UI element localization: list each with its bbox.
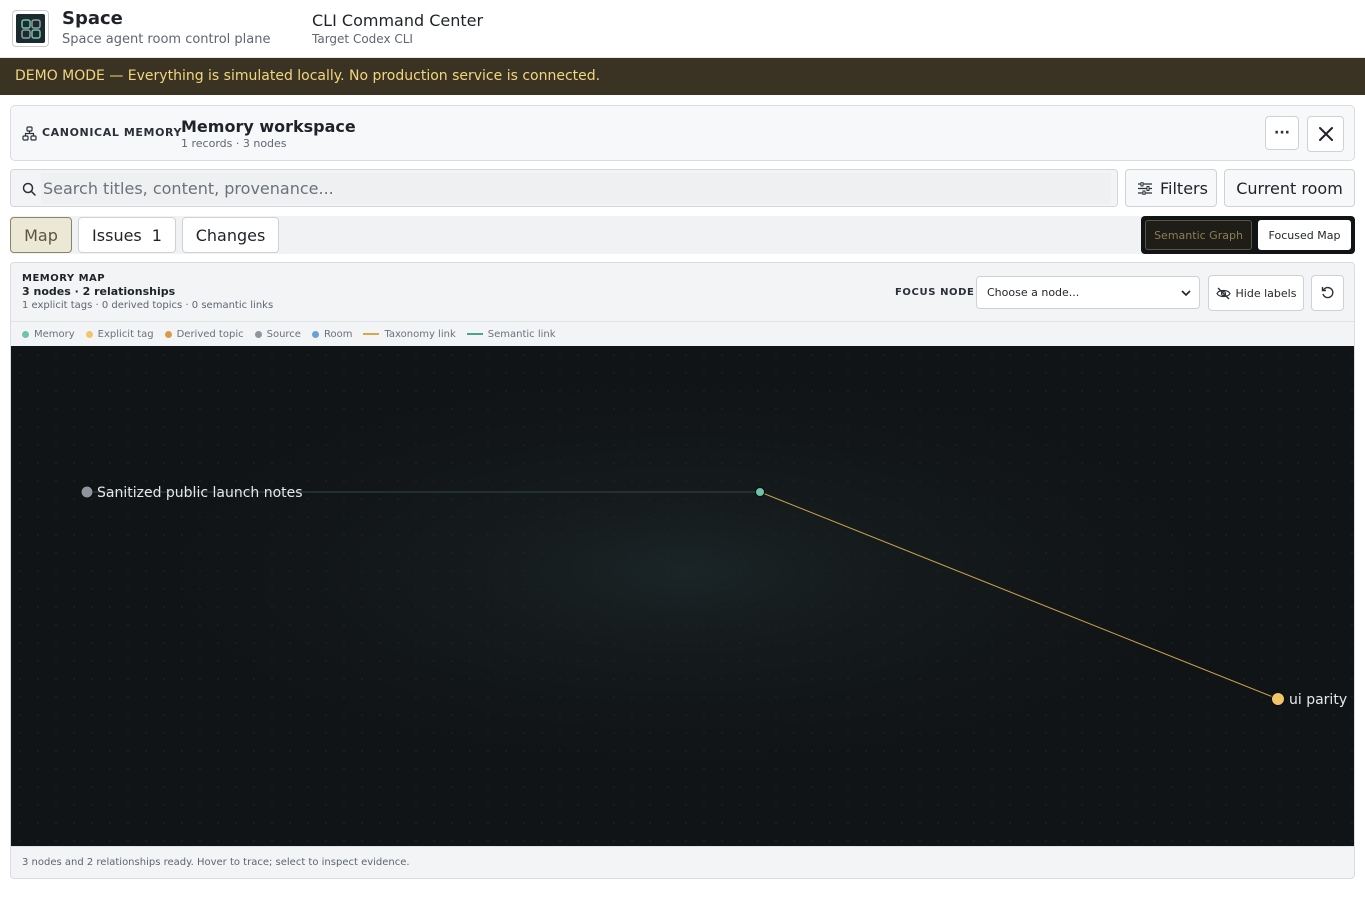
legend-dot-swatch: [85, 330, 93, 338]
close-icon: [1318, 127, 1333, 141]
legend-line-swatch: [466, 333, 483, 335]
memory-map-detail: 1 explicit tags · 0 derived topics · 0 s…: [22, 300, 274, 311]
ellipsis-icon: ···: [1274, 125, 1290, 141]
command-center-target: Target Codex CLI: [312, 32, 413, 46]
legend-label: Source: [266, 328, 301, 340]
legend-item: Semantic link: [466, 328, 556, 340]
filters-button[interactable]: Filters: [1125, 169, 1217, 207]
eye-off-icon: [1215, 287, 1231, 299]
focus-node-select[interactable]: Choose a node...: [976, 276, 1200, 309]
tab-map[interactable]: Map: [10, 217, 72, 253]
legend-item: Room: [311, 328, 353, 340]
memory-map-panel: MEMORY MAP 3 nodes · 2 relationships 1 e…: [10, 262, 1355, 879]
tab-issues[interactable]: Issues 1: [78, 217, 176, 253]
map-legend: Memory Explicit tag Derived topic Source Roo…: [11, 321, 1354, 346]
focused-map-button[interactable]: Focused Map: [1258, 220, 1351, 250]
hide-labels-button[interactable]: Hide labels: [1208, 275, 1304, 311]
issues-count-badge: 1: [151, 225, 162, 245]
tab-strip: Map Issues 1 Changes Semantic Graph Focu…: [10, 216, 1355, 254]
legend-label: Derived topic: [176, 328, 244, 340]
section-label: CANONICAL MEMORY: [42, 126, 183, 139]
command-center-title: CLI Command Center: [312, 11, 484, 30]
tab-issues-label: Issues: [92, 225, 142, 245]
more-options-button[interactable]: ···: [1265, 116, 1299, 150]
refresh-icon: [1321, 286, 1333, 299]
legend-item: Explicit tag: [85, 328, 154, 340]
memory-map-label: MEMORY MAP: [22, 273, 106, 284]
search-icon: [22, 182, 36, 196]
legend-item: Source: [254, 328, 301, 340]
legend-item: Derived topic: [164, 328, 244, 340]
current-room-button[interactable]: Current room: [1224, 169, 1355, 207]
app-header: Space Space agent room control plane CLI…: [0, 0, 1365, 58]
graph-node-memory[interactable]: [755, 487, 765, 497]
app-logo[interactable]: [12, 10, 49, 47]
focus-node-label: FOCUS NODE: [895, 287, 975, 298]
legend-label: Taxonomy link: [384, 328, 456, 340]
app-name: Space: [62, 8, 123, 29]
network-icon: [22, 126, 37, 141]
focus-node-value: Choose a node...: [987, 286, 1080, 299]
app-subtitle: Space agent room control plane: [62, 32, 271, 47]
search-box: [10, 169, 1118, 207]
demo-mode-banner: DEMO MODE — Everything is simulated loca…: [0, 58, 1365, 95]
legend-line-swatch: [363, 333, 380, 335]
close-button[interactable]: [1307, 116, 1344, 152]
legend-dot-swatch: [22, 330, 29, 338]
legend-label: Room: [323, 328, 353, 340]
map-status-bar: 3 nodes and 2 relationships ready. Hover…: [11, 846, 1354, 878]
tab-changes[interactable]: Changes: [182, 217, 279, 253]
graph-node-label-tag: ui parity: [1289, 692, 1347, 708]
memory-map-counts: 3 nodes · 2 relationships: [22, 285, 176, 298]
filters-label: Filters: [1160, 178, 1208, 198]
grid-logo-icon: [16, 14, 45, 43]
legend-dot-swatch: [254, 330, 262, 338]
memory-graph-svg[interactable]: Sanitized public launch notes ui parity: [11, 346, 1355, 846]
legend-dot-swatch: [311, 330, 319, 338]
legend-item: Memory: [22, 329, 75, 340]
legend-dot-swatch: [164, 330, 172, 338]
graph-node-source[interactable]: [80, 485, 94, 499]
legend-item: Taxonomy link: [363, 328, 456, 340]
semantic-graph-button[interactable]: Semantic Graph: [1145, 220, 1252, 250]
hide-labels-text: Hide labels: [1235, 286, 1297, 300]
sliders-icon: [1138, 181, 1152, 195]
memory-workspace-header: CANONICAL MEMORY Memory workspace 1 reco…: [10, 105, 1355, 161]
workspace-meta: 1 records · 3 nodes: [181, 137, 287, 150]
legend-label: Memory: [34, 328, 75, 340]
reset-view-button[interactable]: [1311, 275, 1344, 311]
view-mode-toggle: Semantic Graph Focused Map: [1141, 216, 1355, 254]
memory-graph-canvas[interactable]: Sanitized public launch notes ui parity: [11, 346, 1355, 846]
graph-node-tag[interactable]: [1271, 692, 1285, 706]
page-title: Memory workspace: [181, 117, 356, 136]
search-input[interactable]: [41, 173, 1111, 204]
chevron-down-icon: [1181, 290, 1191, 297]
graph-node-label-source: Sanitized public launch notes: [97, 485, 303, 501]
legend-label: Semantic link: [487, 328, 556, 340]
legend-label: Explicit tag: [97, 328, 154, 340]
